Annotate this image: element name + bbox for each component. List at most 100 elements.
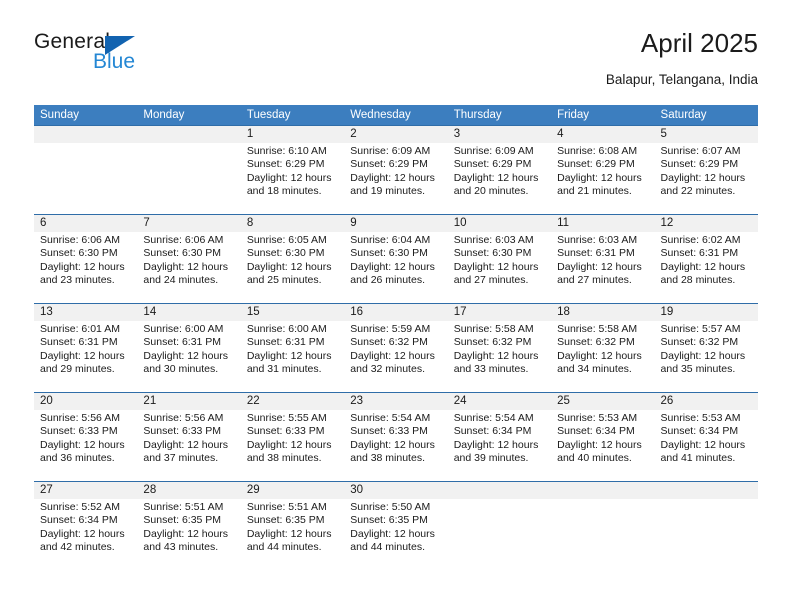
day-cell: Sunrise: 6:06 AM Sunset: 6:30 PM Dayligh… bbox=[34, 232, 137, 303]
sunset-text: Sunset: 6:31 PM bbox=[40, 336, 118, 349]
day-header-thursday: Thursday bbox=[453, 109, 502, 121]
calendar-page: General Blue April 2025 Balapur, Telanga… bbox=[0, 0, 792, 612]
day-cell: Sunrise: 5:58 AM Sunset: 6:32 PM Dayligh… bbox=[448, 321, 551, 392]
sunrise-text: Sunrise: 5:53 AM bbox=[660, 412, 741, 424]
sunset-text: Sunset: 6:29 PM bbox=[350, 158, 428, 171]
week-date-number-band: 20 21 22 23 24 25 26 bbox=[34, 393, 758, 410]
sunset-text: Sunset: 6:30 PM bbox=[246, 247, 325, 260]
day-cell: Sunrise: 6:10 AM Sunset: 6:29 PM Dayligh… bbox=[241, 143, 344, 214]
week-date-number-band: 1 2 3 4 5 bbox=[34, 126, 758, 143]
day-cell: Sunrise: 5:56 AM Sunset: 6:33 PM Dayligh… bbox=[137, 410, 240, 481]
sunrise-text: Sunrise: 5:51 AM bbox=[143, 501, 224, 513]
date-number: 26 bbox=[660, 395, 674, 407]
daylight-text-line2: and 34 minutes. bbox=[557, 363, 632, 376]
sunrise-text: Sunrise: 5:53 AM bbox=[557, 412, 638, 424]
calendar-week-row: 13 14 15 16 17 18 19 Sunrise: 6:01 AM Su… bbox=[34, 303, 758, 392]
sunset-text: Sunset: 6:30 PM bbox=[40, 247, 118, 260]
daylight-text-line1: Daylight: 12 hours bbox=[350, 527, 435, 540]
sunset-text: Sunset: 6:30 PM bbox=[350, 247, 428, 260]
daylight-text-line2: and 19 minutes. bbox=[350, 185, 425, 198]
date-number: 12 bbox=[660, 217, 674, 229]
sunset-text: Sunset: 6:32 PM bbox=[453, 336, 532, 349]
week-detail-row: Sunrise: 6:06 AM Sunset: 6:30 PM Dayligh… bbox=[34, 232, 758, 303]
day-header-friday: Friday bbox=[557, 109, 590, 121]
date-number: 21 bbox=[143, 395, 157, 407]
week-date-number-band: 13 14 15 16 17 18 19 bbox=[34, 304, 758, 321]
date-number: 22 bbox=[246, 395, 260, 407]
daylight-text-line1: Daylight: 12 hours bbox=[453, 171, 539, 184]
day-cell: Sunrise: 5:50 AM Sunset: 6:35 PM Dayligh… bbox=[344, 499, 447, 570]
sunrise-text: Sunrise: 5:54 AM bbox=[453, 412, 534, 424]
sunset-text: Sunset: 6:34 PM bbox=[453, 425, 532, 438]
day-cell: Sunrise: 6:00 AM Sunset: 6:31 PM Dayligh… bbox=[241, 321, 344, 392]
daylight-text-line1: Daylight: 12 hours bbox=[453, 349, 539, 362]
daylight-text-line1: Daylight: 12 hours bbox=[246, 260, 332, 273]
sunset-text: Sunset: 6:29 PM bbox=[557, 158, 635, 171]
daylight-text-line2: and 42 minutes. bbox=[40, 541, 115, 554]
day-cell: Sunrise: 5:53 AM Sunset: 6:34 PM Dayligh… bbox=[551, 410, 654, 481]
sunrise-text: Sunrise: 5:56 AM bbox=[143, 412, 224, 424]
date-number: 24 bbox=[453, 395, 467, 407]
sunset-text: Sunset: 6:35 PM bbox=[350, 514, 428, 527]
day-cell: Sunrise: 6:09 AM Sunset: 6:29 PM Dayligh… bbox=[448, 143, 551, 214]
daylight-text-line1: Daylight: 12 hours bbox=[143, 349, 229, 362]
daylight-text-line1: Daylight: 12 hours bbox=[660, 438, 746, 451]
sunrise-text: Sunrise: 6:09 AM bbox=[350, 145, 431, 157]
calendar-week-row: 1 2 3 4 5 Sunrise: 6:10 AM Sunset: 6:29 … bbox=[34, 125, 758, 214]
date-number: 1 bbox=[246, 128, 254, 140]
date-number: 25 bbox=[557, 395, 570, 407]
daylight-text-line1: Daylight: 12 hours bbox=[350, 260, 435, 273]
daylight-text-line2: and 27 minutes. bbox=[453, 274, 529, 287]
daylight-text-line2: and 39 minutes. bbox=[453, 452, 529, 465]
daylight-text-line1: Daylight: 12 hours bbox=[660, 171, 746, 184]
date-number: 3 bbox=[453, 128, 461, 140]
sunset-text: Sunset: 6:33 PM bbox=[143, 425, 222, 438]
sunrise-text: Sunrise: 5:51 AM bbox=[246, 501, 327, 513]
day-header-wednesday: Wednesday bbox=[350, 109, 411, 121]
day-cell: Sunrise: 5:55 AM Sunset: 6:33 PM Dayligh… bbox=[241, 410, 344, 481]
week-detail-row: Sunrise: 5:52 AM Sunset: 6:34 PM Dayligh… bbox=[34, 499, 758, 570]
day-cell: Sunrise: 6:02 AM Sunset: 6:31 PM Dayligh… bbox=[655, 232, 758, 303]
daylight-text-line1: Daylight: 12 hours bbox=[350, 349, 435, 362]
daylight-text-line1: Daylight: 12 hours bbox=[350, 171, 435, 184]
sunset-text: Sunset: 6:31 PM bbox=[557, 247, 635, 260]
sunrise-text: Sunrise: 5:59 AM bbox=[350, 323, 431, 335]
calendar-week-row: 27 28 29 30 Sunrise: 5:52 AM Sunset: 6:3… bbox=[34, 481, 758, 570]
sunset-text: Sunset: 6:29 PM bbox=[453, 158, 532, 171]
day-header-sunday: Sunday bbox=[40, 109, 80, 121]
sunrise-text: Sunrise: 6:00 AM bbox=[143, 323, 224, 335]
sunset-text: Sunset: 6:31 PM bbox=[246, 336, 325, 349]
sunrise-text: Sunrise: 6:10 AM bbox=[246, 145, 327, 157]
week-detail-row: Sunrise: 6:10 AM Sunset: 6:29 PM Dayligh… bbox=[34, 143, 758, 214]
date-number bbox=[34, 126, 137, 143]
day-cell: Sunrise: 6:07 AM Sunset: 6:29 PM Dayligh… bbox=[655, 143, 758, 214]
date-number: 4 bbox=[557, 128, 564, 140]
daylight-text-line1: Daylight: 12 hours bbox=[246, 171, 332, 184]
date-number: 19 bbox=[660, 306, 674, 318]
date-number: 10 bbox=[453, 217, 467, 229]
sunset-text: Sunset: 6:33 PM bbox=[350, 425, 428, 438]
date-number: 11 bbox=[557, 217, 570, 229]
sunset-text: Sunset: 6:31 PM bbox=[143, 336, 222, 349]
daylight-text-line1: Daylight: 12 hours bbox=[246, 527, 332, 540]
sunrise-text: Sunrise: 5:52 AM bbox=[40, 501, 120, 513]
day-cell: Sunrise: 6:05 AM Sunset: 6:30 PM Dayligh… bbox=[241, 232, 344, 303]
day-cell bbox=[655, 499, 758, 570]
general-blue-logo: General Blue bbox=[34, 28, 214, 84]
date-number: 17 bbox=[453, 306, 467, 318]
sunset-text: Sunset: 6:31 PM bbox=[660, 247, 739, 260]
week-date-number-band: 6 7 8 9 10 11 12 bbox=[34, 215, 758, 232]
day-cell: Sunrise: 6:03 AM Sunset: 6:30 PM Dayligh… bbox=[448, 232, 551, 303]
sunset-text: Sunset: 6:30 PM bbox=[453, 247, 532, 260]
logo-text-blue: Blue bbox=[93, 50, 136, 73]
date-number bbox=[137, 126, 240, 143]
week-detail-row: Sunrise: 6:01 AM Sunset: 6:31 PM Dayligh… bbox=[34, 321, 758, 392]
day-cell: Sunrise: 6:09 AM Sunset: 6:29 PM Dayligh… bbox=[344, 143, 447, 214]
sunset-text: Sunset: 6:33 PM bbox=[246, 425, 325, 438]
date-number: 16 bbox=[350, 306, 364, 318]
sunrise-text: Sunrise: 5:55 AM bbox=[246, 412, 327, 424]
sunrise-text: Sunrise: 5:54 AM bbox=[350, 412, 431, 424]
daylight-text-line1: Daylight: 12 hours bbox=[557, 171, 642, 184]
daylight-text-line2: and 25 minutes. bbox=[246, 274, 322, 287]
sunrise-text: Sunrise: 5:58 AM bbox=[557, 323, 638, 335]
